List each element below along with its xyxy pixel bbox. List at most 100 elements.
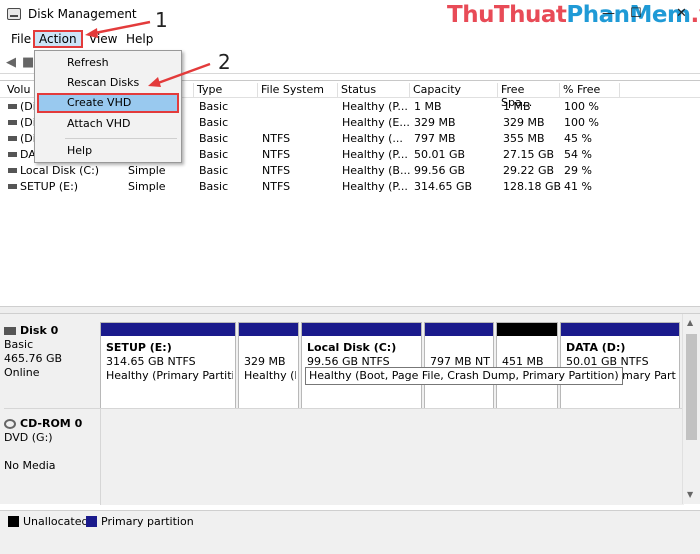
menu-action[interactable]: Action xyxy=(33,30,83,48)
table-cell: Basic xyxy=(199,180,229,193)
table-cell: 314.65 GB xyxy=(414,180,473,193)
cdrom0-media: No Media xyxy=(4,459,56,472)
table-cell: Healthy (B... xyxy=(342,164,410,177)
partition-status: Healthy (Primary Partitio xyxy=(106,369,233,382)
partition-block[interactable]: SETUP (E:) 314.65 GB NTFS Healthy (Primary… xyxy=(100,322,236,416)
table-row[interactable]: SETUP (E:) Simple Basic NTFS Healthy (P... 31… xyxy=(0,179,700,195)
unallocated-swatch xyxy=(8,516,19,527)
disk0-state: Online xyxy=(4,366,40,379)
primary-partition-bar xyxy=(302,323,421,336)
column-header-status[interactable]: Status xyxy=(338,83,410,98)
table-cell: Local Disk (C:) xyxy=(20,164,100,177)
menu-help[interactable]: Help xyxy=(122,30,157,48)
table-cell: 29 % xyxy=(564,164,592,177)
annotation-number-1: 1 xyxy=(155,8,168,32)
column-header-file-system[interactable]: File System xyxy=(258,83,338,98)
table-cell: Healthy (P... xyxy=(342,148,408,161)
menu-view[interactable]: View xyxy=(85,30,121,48)
disk0-label[interactable]: Disk 0 Basic 465.76 GB Online xyxy=(4,324,96,380)
table-cell: Basic xyxy=(199,100,229,113)
column-header-capacity[interactable]: Capacity xyxy=(410,83,498,98)
partition-status: Healthy (E xyxy=(244,369,296,382)
table-cell: Healthy (P... xyxy=(342,180,408,193)
partition-info: 797 MB NTF xyxy=(430,341,491,369)
partition-title: SETUP (E:) xyxy=(106,341,172,354)
title-bar: Disk Management ThuThuatPhanMem.vn — ☐ ✕ xyxy=(0,0,700,28)
primary-partition-bar xyxy=(101,323,235,336)
menu-file[interactable]: File xyxy=(7,30,35,48)
table-cell: NTFS xyxy=(262,148,291,161)
volume-icon xyxy=(8,120,17,125)
volume-icon xyxy=(8,104,17,109)
pane-splitter[interactable] xyxy=(0,306,700,314)
minimize-button[interactable]: — xyxy=(602,6,615,21)
table-cell: 329 MB xyxy=(414,116,456,129)
table-cell: 100 % xyxy=(564,100,599,113)
column-header-free-space[interactable]: Free Spa... xyxy=(498,83,560,109)
hard-disk-icon xyxy=(4,327,16,335)
volume-icon xyxy=(8,152,17,157)
volume-icon xyxy=(8,184,17,189)
table-cell: 99.56 GB xyxy=(414,164,466,177)
table-cell: 1 MB xyxy=(503,100,531,113)
maximize-button[interactable]: ☐ xyxy=(630,6,642,21)
column-header-percent-free[interactable]: % Free xyxy=(560,83,620,98)
partition-info: 329 MB Healthy (E xyxy=(244,341,296,383)
table-row[interactable]: Local Disk (C:) Simple Basic NTFS Healthy (B… xyxy=(0,163,700,179)
close-button[interactable]: ✕ xyxy=(676,6,687,21)
partition-block[interactable]: 329 MB Healthy (E xyxy=(238,322,299,416)
table-cell: 100 % xyxy=(564,116,599,129)
partition-tooltip: Healthy (Boot, Page File, Crash Dump, Pr… xyxy=(305,367,623,385)
scroll-up-icon[interactable]: ▲ xyxy=(687,318,693,327)
annotation-number-2: 2 xyxy=(218,50,231,74)
forward-arrow-icon[interactable]: ■ xyxy=(22,55,34,70)
volume-icon xyxy=(8,168,17,173)
menu-separator xyxy=(65,138,177,139)
disk-map-scrollbar[interactable]: ▲ ▼ xyxy=(682,314,699,504)
legend: Unallocated Primary partition xyxy=(0,510,700,530)
primary-partition-swatch xyxy=(86,516,97,527)
table-cell: NTFS xyxy=(262,132,291,145)
action-dropdown-menu: Refresh Rescan Disks Create VHD Attach V… xyxy=(34,50,182,163)
menu-bar: File Action View Help xyxy=(0,28,700,50)
table-cell: 45 % xyxy=(564,132,592,145)
table-cell: SETUP (E:) xyxy=(20,180,79,193)
table-cell: 128.18 GB xyxy=(503,180,561,193)
primary-partition-bar xyxy=(239,323,298,336)
back-arrow-icon[interactable]: ◀ xyxy=(6,55,16,70)
table-cell: 50.01 GB xyxy=(414,148,466,161)
partition-size: 314.65 GB NTFS xyxy=(106,355,196,368)
table-cell: Basic xyxy=(199,116,229,129)
partition-info: Local Disk (C:) 99.56 GB NTFS xyxy=(307,341,419,369)
volume-icon xyxy=(8,136,17,141)
watermark-logo: ThuThuatPhanMem.vn xyxy=(447,2,700,28)
status-bar xyxy=(0,530,700,554)
disk-management-app-icon xyxy=(7,8,21,20)
menu-item-create-vhd[interactable]: Create VHD xyxy=(37,93,179,113)
table-cell: NTFS xyxy=(262,164,291,177)
menu-item-help[interactable]: Help xyxy=(37,141,179,161)
legend-primary-partition: Primary partition xyxy=(101,515,194,528)
partition-size: 329 MB xyxy=(244,355,286,368)
menu-item-rescan-disks[interactable]: Rescan Disks xyxy=(37,73,179,93)
menu-item-refresh[interactable]: Refresh xyxy=(37,53,179,73)
table-cell: 355 MB xyxy=(503,132,545,145)
scroll-down-icon[interactable]: ▼ xyxy=(687,490,693,499)
table-cell: Simple xyxy=(128,180,166,193)
table-cell: 29.22 GB xyxy=(503,164,555,177)
table-cell: 1 MB xyxy=(414,100,442,113)
cdrom0-label[interactable]: CD-ROM 0 DVD (G:) No Media xyxy=(4,417,96,473)
scrollbar-thumb[interactable] xyxy=(686,334,697,440)
column-header-type[interactable]: Type xyxy=(194,83,258,98)
cdrom0-drive: DVD (G:) xyxy=(4,431,53,444)
menu-item-attach-vhd[interactable]: Attach VHD xyxy=(37,114,179,134)
cdrom0-row: CD-ROM 0 DVD (G:) No Media xyxy=(4,408,684,505)
table-cell: Basic xyxy=(199,148,229,161)
table-cell: 27.15 GB xyxy=(503,148,555,161)
table-cell: 41 % xyxy=(564,180,592,193)
table-cell: Healthy (P... xyxy=(342,100,408,113)
partition-info: SETUP (E:) 314.65 GB NTFS Healthy (Primary… xyxy=(106,341,233,383)
primary-partition-bar xyxy=(425,323,493,336)
cdrom0-media-area[interactable] xyxy=(100,409,684,505)
table-cell: Healthy (... xyxy=(342,132,403,145)
